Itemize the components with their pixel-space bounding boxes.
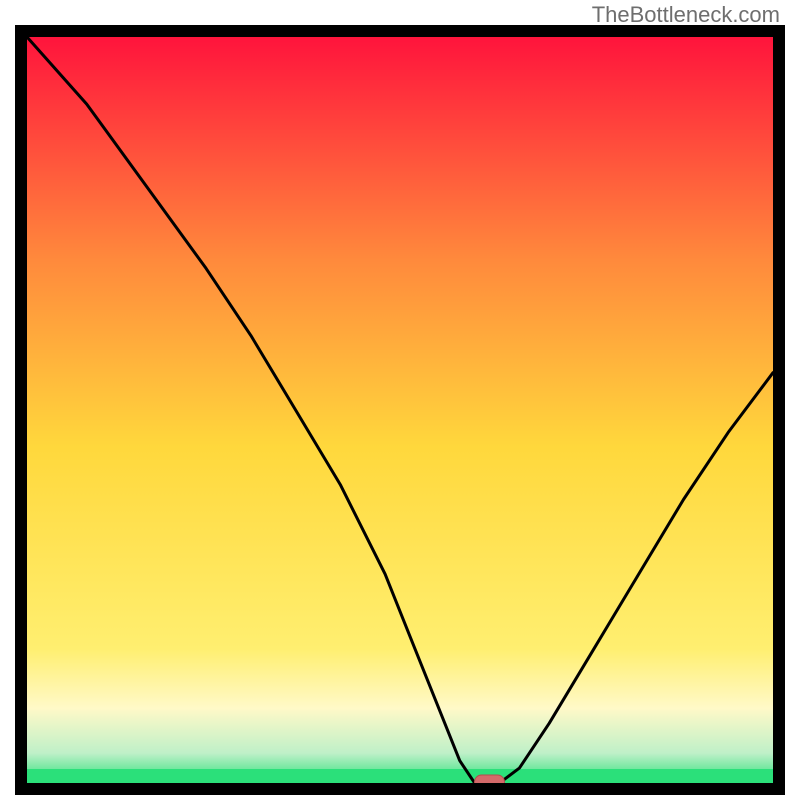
chart-svg bbox=[27, 37, 773, 783]
plot-area bbox=[27, 37, 773, 783]
chart-container: TheBottleneck.com bbox=[0, 0, 800, 800]
chart-frame bbox=[15, 25, 785, 795]
minimum-marker bbox=[475, 775, 505, 783]
watermark-text: TheBottleneck.com bbox=[592, 2, 780, 28]
